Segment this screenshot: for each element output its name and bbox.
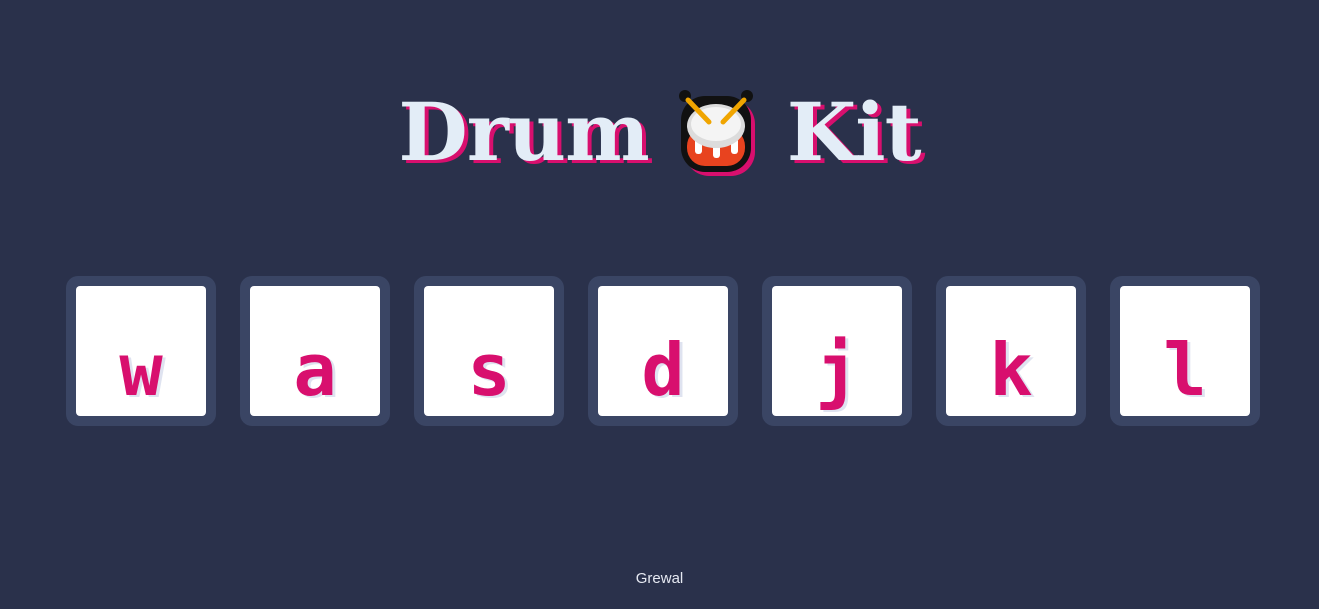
title-word-drum: Drum [398,84,649,179]
drum-key-l[interactable]: l [1110,276,1260,426]
drum-key-face[interactable]: l [1120,286,1250,416]
drum-key-label: k [989,328,1033,412]
drum-key-face[interactable]: j [772,286,902,416]
drum-key-label: a [293,328,337,412]
drum-key-j[interactable]: j [762,276,912,426]
drum-key-w[interactable]: w [66,276,216,426]
drum-key-k[interactable]: k [936,276,1086,426]
footer-credit: Grewal [635,570,684,587]
drum-key-face[interactable]: a [250,286,380,416]
drum-key-label: j [815,328,859,412]
drum-key-d[interactable]: d [588,276,738,426]
drum-key-label: d [641,328,685,412]
drum-key-label: w [119,328,163,412]
drum-key-a[interactable]: a [240,276,390,426]
drum-key-face[interactable]: w [76,286,206,416]
drum-icon [678,89,755,176]
drum-key-face[interactable]: k [946,286,1076,416]
drum-key-face[interactable]: s [424,286,554,416]
drum-key-label: l [1163,328,1207,412]
drum-keys: w a s d j k l [66,276,1260,426]
title-word-kit: Kit [786,84,922,179]
drum-key-s[interactable]: s [414,276,564,426]
drum-key-label: s [467,328,511,412]
page-title: Drum Kit [0,82,1319,182]
drum-key-face[interactable]: d [598,286,728,416]
